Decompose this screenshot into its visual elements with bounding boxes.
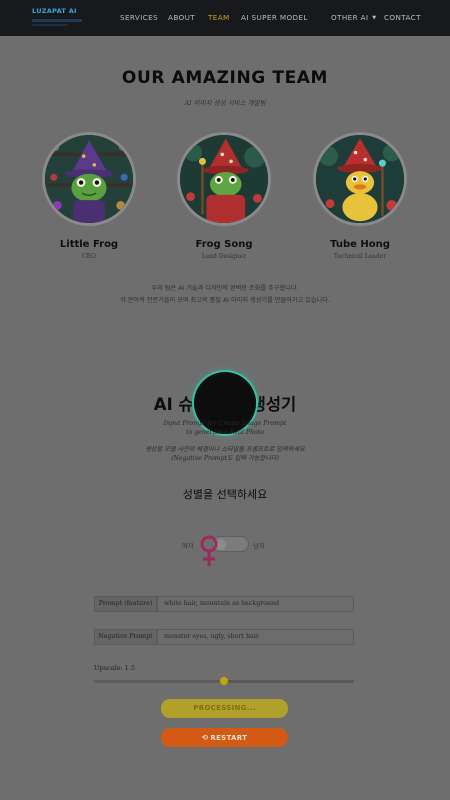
logo-text: LUZAPAT AI bbox=[32, 7, 77, 15]
nav-item-services[interactable]: SERVICES bbox=[120, 13, 158, 23]
restart-button[interactable]: ⟲ RESTART bbox=[161, 728, 288, 747]
logo-bar-small bbox=[32, 24, 68, 26]
member-role: CEO bbox=[82, 253, 96, 260]
team-subtitle: AI 이미지 생성 서비스 개발팀 bbox=[184, 99, 266, 107]
gender-question: 성별을 선택하세요 bbox=[182, 488, 268, 501]
negative-prompt-input[interactable]: monster eyes, ugly, short hair bbox=[157, 629, 354, 645]
restart-icon: ⟲ bbox=[201, 733, 209, 742]
site-logo[interactable]: LUZAPAT AI bbox=[32, 7, 88, 29]
member-role: Lead Designer bbox=[201, 253, 247, 260]
avatar bbox=[42, 132, 136, 226]
chevron-down-icon: ▼ bbox=[372, 15, 377, 21]
processing-button[interactable]: PROCESSING... bbox=[161, 699, 288, 718]
female-icon bbox=[200, 535, 218, 566]
team-title: OUR AMAZING TEAM bbox=[121, 68, 329, 88]
generator-instruction-line2: (Negative Prompt도 입력 가능합니다) bbox=[171, 455, 279, 462]
nav-item-team[interactable]: TEAM bbox=[208, 13, 230, 23]
duck-wizard-icon bbox=[316, 135, 404, 223]
negative-prompt-row: Negative Prompt monster eyes, ugly, shor… bbox=[94, 629, 354, 645]
member-name: Frog Song bbox=[195, 239, 253, 250]
gender-female-label: 여자 bbox=[182, 543, 194, 550]
prompt-input[interactable]: white hair, mountain as background bbox=[157, 596, 354, 612]
avatar bbox=[313, 132, 407, 226]
negative-prompt-label: Negative Prompt bbox=[94, 629, 157, 645]
nav-item-other-ai-label: OTHER AI bbox=[331, 13, 369, 22]
prompt-label: Prompt (feature) bbox=[94, 596, 157, 612]
team-member-card: Frog Song Lead Designer bbox=[176, 132, 272, 260]
nav-item-about[interactable]: ABOUT bbox=[168, 13, 195, 23]
team-member-card: Little Frog CEO bbox=[41, 132, 137, 260]
member-name: Little Frog bbox=[59, 239, 119, 250]
generator-prompt-line1: Input Prompt for Create Image Prompt bbox=[163, 420, 287, 427]
team-description-line2: 각 분야의 전문가들이 모여 최고의 품질 AI 이미지 생성기를 만들어가고 … bbox=[120, 297, 330, 304]
nav-item-other-ai[interactable]: OTHER AI ▼ bbox=[331, 13, 376, 24]
upscale-slider-fill bbox=[94, 680, 224, 683]
member-name: Tube Hong bbox=[330, 239, 390, 250]
member-role: Technical Leader bbox=[333, 253, 387, 260]
navbar: LUZAPAT AI SERVICES ABOUT TEAM AI SUPER … bbox=[0, 0, 450, 36]
nav-item-ai-super-model[interactable]: AI SUPER MODEL bbox=[241, 13, 308, 23]
generator-instruction-line1: 생성할 모델 사진의 배경이나 스타일을 프롬프트로 입력하세요 bbox=[145, 446, 305, 453]
gender-male-label: 남자 bbox=[253, 543, 265, 550]
team-member-card: Tube Hong Technical Leader bbox=[312, 132, 408, 260]
avatar bbox=[177, 132, 271, 226]
restart-label: RESTART bbox=[210, 734, 248, 742]
frog-wizard-icon bbox=[180, 135, 268, 223]
logo-bar bbox=[32, 19, 82, 22]
nav-item-contact[interactable]: CONTACT bbox=[384, 13, 421, 23]
upscale-label: Upscale: 1.5 bbox=[94, 664, 136, 672]
upscale-slider-thumb[interactable] bbox=[220, 677, 228, 685]
prompt-row: Prompt (feature) white hair, mountain as… bbox=[94, 596, 354, 612]
frog-wizard-icon bbox=[45, 135, 133, 223]
team-description-line1: 우리 팀은 AI 기술과 디자인의 완벽한 조화를 추구합니다. bbox=[151, 285, 299, 292]
generator-prompt-line2: to generate a Real Photo bbox=[186, 429, 264, 436]
